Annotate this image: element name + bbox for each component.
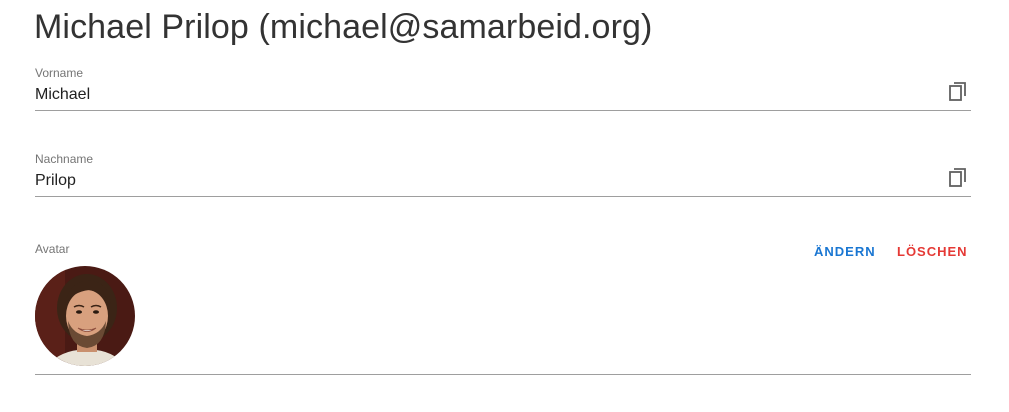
nachname-field[interactable]: Nachname Prilop bbox=[35, 152, 971, 197]
copy-icon[interactable] bbox=[947, 167, 969, 189]
avatar-label: Avatar bbox=[35, 242, 70, 256]
vorname-value[interactable]: Michael bbox=[35, 86, 90, 104]
copy-icon[interactable] bbox=[947, 81, 969, 103]
nachname-value[interactable]: Prilop bbox=[35, 172, 76, 190]
avatar bbox=[35, 266, 135, 366]
nachname-label: Nachname bbox=[35, 152, 94, 166]
avatar-field: Avatar ÄNDERN LÖSCHEN bbox=[35, 242, 971, 375]
delete-avatar-button[interactable]: LÖSCHEN bbox=[897, 242, 968, 260]
page-title: Michael Prilop (michael@samarbeid.org) bbox=[34, 8, 653, 46]
vorname-field[interactable]: Vorname Michael bbox=[35, 66, 971, 111]
change-avatar-button[interactable]: ÄNDERN bbox=[814, 242, 876, 260]
vorname-label: Vorname bbox=[35, 66, 84, 80]
